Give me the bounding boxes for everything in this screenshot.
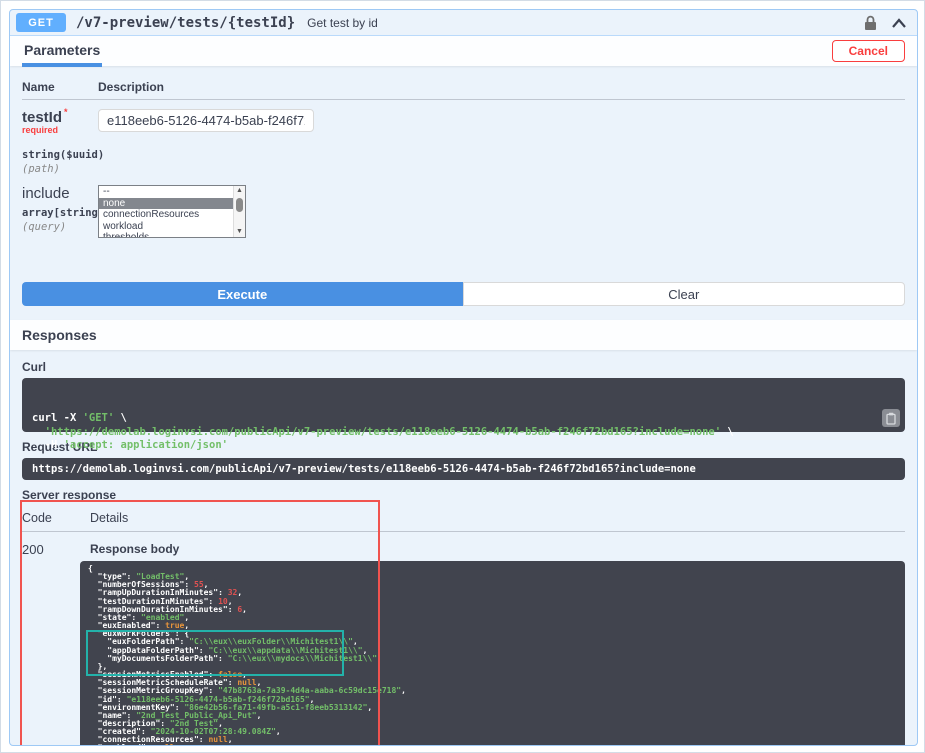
parameters-section-header: Parameters Cancel [10, 36, 917, 66]
clear-button[interactable]: Clear [463, 282, 906, 306]
listbox-scrollbar[interactable]: ▲ ▼ [233, 186, 245, 237]
request-url-value: https://demolab.loginvsi.com/publicApi/v… [32, 463, 696, 475]
param-row-testid: testId* required string($uuid) (path) [22, 100, 905, 175]
server-response-table: Code Details 200 Response body { "type":… [22, 506, 905, 746]
include-option[interactable]: -- [99, 186, 233, 198]
param-name-include: include [22, 185, 70, 202]
status-code: 200 [22, 536, 80, 746]
param-row-include: include array[string] (query) --noneconn… [22, 175, 905, 246]
scroll-up-icon[interactable]: ▲ [236, 186, 243, 196]
execute-button[interactable]: Execute [22, 282, 463, 306]
param-type: array[string] [22, 207, 98, 219]
opblock-get: GET /v7-preview/tests/{testId} Get test … [9, 9, 918, 746]
response-row-200: 200 Response body { "type": "LoadTest", … [22, 532, 905, 746]
lock-icon[interactable] [864, 15, 877, 31]
column-header-description: Description [98, 80, 164, 94]
execute-row: Execute Clear [22, 282, 905, 306]
responses-section: Curl curl -X 'GET' \ 'https://demolab.lo… [10, 350, 917, 746]
endpoint-description: Get test by id [307, 16, 378, 30]
responses-section-header: Responses [10, 320, 917, 350]
param-type: string($uuid) [22, 149, 98, 161]
endpoint-path: /v7-preview/tests/{testId} [76, 15, 295, 31]
operation-summary[interactable]: GET /v7-preview/tests/{testId} Get test … [10, 10, 917, 36]
parameters-title: Parameters [24, 42, 100, 58]
response-body-block: { "type": "LoadTest", "numberOfSessions"… [80, 561, 905, 746]
code-column-header: Code [22, 511, 80, 525]
curl-label: Curl [22, 360, 905, 374]
responses-title: Responses [22, 327, 97, 343]
scrollbar-thumb[interactable] [236, 198, 243, 212]
copy-icon[interactable] [882, 409, 900, 427]
cancel-button[interactable]: Cancel [832, 40, 905, 62]
http-method-badge: GET [16, 13, 66, 32]
include-option[interactable]: thresholds [99, 232, 233, 238]
details-column-header: Details [80, 511, 905, 525]
chevron-up-icon[interactable] [891, 17, 907, 29]
parameters-section: Name Description testId* required string… [10, 66, 917, 246]
response-body-label: Response body [80, 542, 905, 556]
include-listbox[interactable]: --noneconnectionResourcesworkloadthresho… [98, 185, 246, 238]
column-header-name: Name [22, 80, 98, 94]
include-option[interactable]: connectionResources [99, 209, 233, 221]
testid-input[interactable] [98, 109, 314, 132]
param-location: (query) [22, 221, 98, 233]
swagger-ui-page: GET /v7-preview/tests/{testId} Get test … [0, 0, 925, 753]
request-url-block: https://demolab.loginvsi.com/publicApi/v… [22, 458, 905, 480]
tab-parameters[interactable]: Parameters [22, 37, 102, 67]
include-option[interactable]: workload [99, 221, 233, 233]
param-location: (path) [22, 163, 98, 175]
curl-block: curl -X 'GET' \ 'https://demolab.loginvs… [22, 378, 905, 432]
scroll-down-icon[interactable]: ▼ [236, 227, 243, 237]
param-name-testid: testId [22, 109, 62, 126]
include-option[interactable]: none [99, 198, 233, 210]
